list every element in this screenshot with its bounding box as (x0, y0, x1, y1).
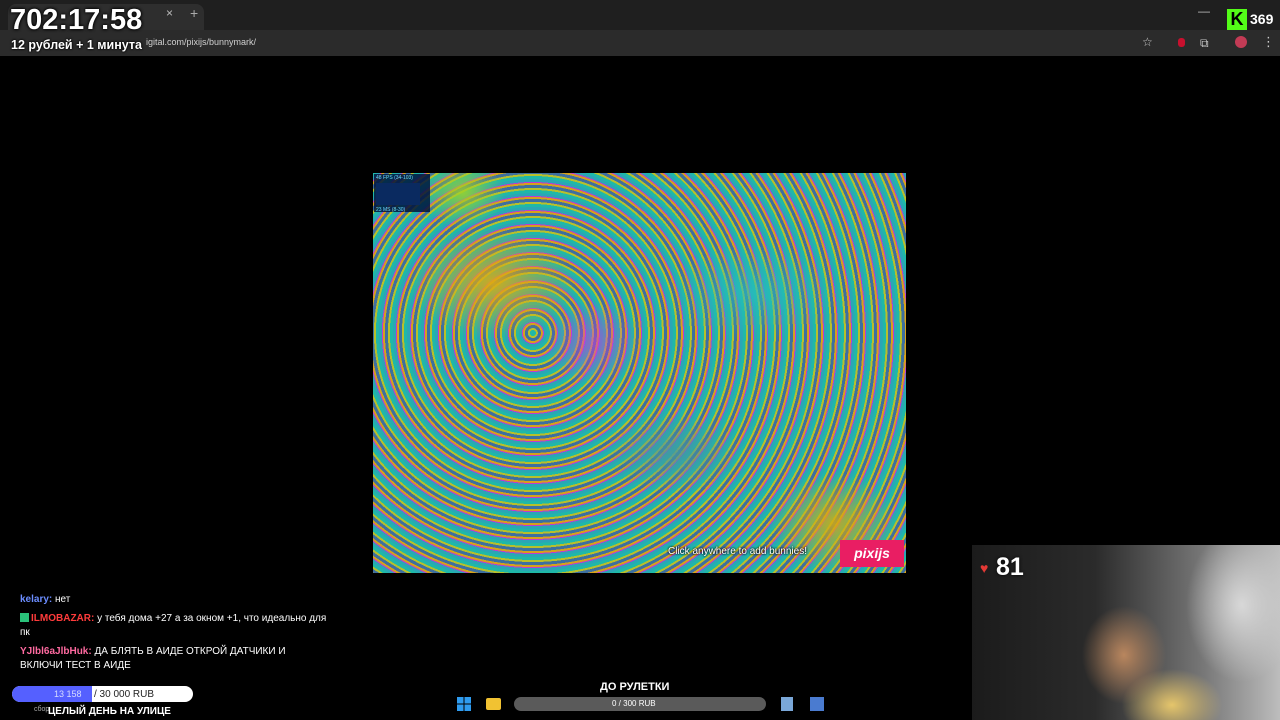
chat-message: YJlbl6aJlbHuk: ДА БЛЯТЬ В АИДЕ ОТКРОЙ ДА… (20, 645, 330, 673)
chat-username[interactable]: YJlbl6aJlbHuk: (20, 646, 92, 657)
roulette-progress-text: 0 / 300 RUB (612, 699, 656, 708)
like-count: 81 (996, 553, 1024, 581)
file-explorer-icon[interactable] (486, 698, 501, 710)
minimize-icon[interactable]: — (1198, 4, 1210, 18)
chat-text: нет (55, 594, 71, 605)
donation-goal-current: 13 158 (54, 689, 82, 699)
fps-label: 48 FPS (34-103) (376, 175, 413, 181)
kick-logo-icon: K (1227, 9, 1247, 30)
url-text[interactable]: igital.com/pixijs/bunnymark/ (146, 37, 256, 47)
donation-goal-prefix: сбор (34, 706, 50, 713)
recording-extension-icon[interactable] (1178, 38, 1185, 47)
new-tab-icon[interactable]: + (190, 5, 198, 21)
chat-badge-icon (20, 613, 29, 622)
tab-close-icon[interactable]: × (166, 6, 173, 20)
bunnymark-canvas[interactable] (373, 173, 906, 573)
donation-goal-title: ЦЕЛЫЙ ДЕНЬ НА УЛИЦЕ (48, 706, 171, 717)
donation-goal-total: / 30 000 RUB (94, 689, 155, 700)
taskbar-app-icon[interactable] (810, 697, 824, 711)
pixijs-logo: pixijs (840, 540, 904, 567)
ms-label: 23 MS (8-30) (376, 207, 406, 213)
taskbar-app-icon[interactable] (781, 697, 793, 711)
heart-icon: ♥ (980, 560, 989, 576)
chat-message: kelary: нет (20, 593, 330, 607)
chat-username[interactable]: kelary: (20, 594, 52, 605)
extensions-icon[interactable]: ⧉ (1200, 36, 1209, 51)
timer-price-note: 12 рублей + 1 минута (11, 38, 142, 52)
profile-avatar[interactable] (1235, 36, 1247, 48)
viewer-count: 369 (1250, 11, 1274, 27)
add-bunnies-hint: Click anywhere to add bunnies! (668, 546, 807, 557)
windows-start-icon[interactable] (457, 697, 471, 711)
subathon-timer: 702:17:58 (10, 4, 143, 36)
browser-menu-icon[interactable]: ⋮ (1262, 34, 1275, 50)
bookmark-star-icon[interactable]: ☆ (1142, 35, 1153, 49)
chat-message: ILMOBAZAR: у тебя дома +27 а за окном +1… (20, 612, 330, 640)
roulette-title: ДО РУЛЕТКИ (600, 681, 670, 693)
fps-graph (376, 183, 420, 205)
chat-username[interactable]: ILMOBAZAR: (31, 613, 94, 624)
